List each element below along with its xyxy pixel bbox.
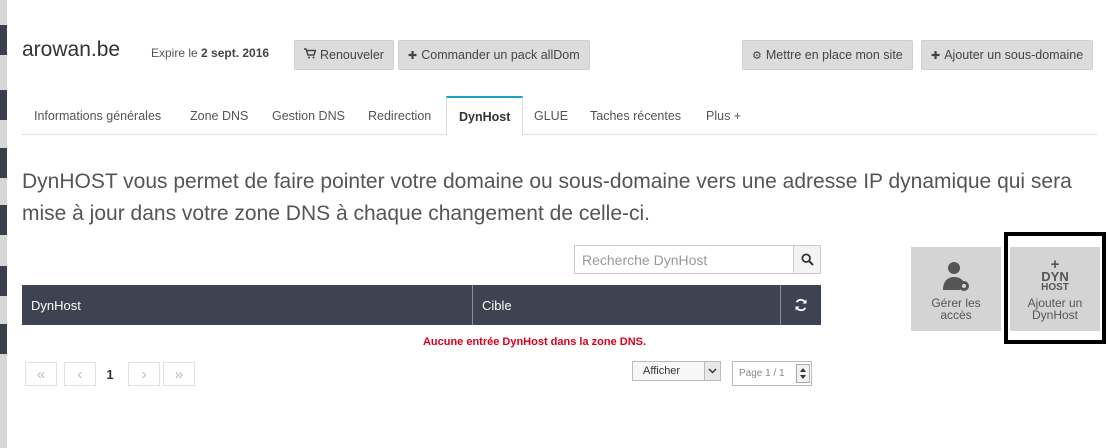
expiry-label: Expire le — [151, 46, 198, 60]
gears-icon: ⚙ — [752, 49, 762, 62]
setup-site-button[interactable]: ⚙ Mettre en place mon site — [742, 40, 913, 70]
double-chevron-left-icon: « — [36, 365, 46, 383]
search-box — [574, 245, 821, 274]
user-gear-icon — [943, 262, 969, 291]
manage-access-label-line2: accès — [940, 308, 972, 322]
plus-icon: ✚ — [408, 49, 418, 62]
show-count-label: Afficher — [643, 365, 681, 377]
chevron-right-icon: › — [141, 365, 147, 383]
spinner-arrows-icon[interactable] — [796, 364, 810, 383]
dynhost-description: DynHOST vous permet de faire pointer vot… — [22, 170, 1072, 225]
first-page-button[interactable]: « — [25, 362, 57, 386]
tab-redirection[interactable]: Redirection — [356, 96, 443, 135]
highlight-box — [1004, 232, 1106, 344]
column-header-target[interactable]: Cible — [472, 285, 780, 325]
page-indicator-spinner[interactable]: Page 1 / 1 — [732, 361, 812, 386]
left-edge-marker — [0, 205, 7, 235]
tab-general-info[interactable]: Informations générales — [22, 96, 173, 135]
current-page-number[interactable]: 1 — [100, 362, 120, 386]
order-pack-button[interactable]: ✚ Commander un pack allDom — [398, 40, 590, 70]
domain-title: arowan.be — [22, 38, 121, 61]
chevron-left-icon: ‹ — [77, 365, 83, 383]
tab-more[interactable]: Plus + — [694, 96, 753, 135]
renew-label: Renouveler — [320, 48, 384, 62]
plus-icon: ✚ — [931, 49, 941, 62]
refresh-button[interactable] — [780, 285, 821, 325]
left-edge-marker — [0, 266, 7, 296]
left-edge-marker — [0, 90, 7, 120]
refresh-icon — [795, 298, 807, 312]
search-button[interactable] — [793, 246, 820, 273]
expiry-date: 2 sept. 2016 — [201, 46, 270, 60]
chevron-down-icon — [704, 362, 720, 380]
search-icon — [800, 253, 814, 266]
tab-glue[interactable]: GLUE — [522, 96, 580, 135]
tab-dynhost[interactable]: DynHost — [446, 96, 524, 136]
left-edge-marker — [0, 324, 7, 354]
manage-access-button[interactable]: Gérer les accès — [911, 247, 1001, 331]
tab-dns-zone[interactable]: Zone DNS — [178, 96, 260, 135]
left-edge-marker — [0, 25, 7, 55]
renew-button[interactable]: Renouveler — [294, 40, 394, 70]
cart-icon — [304, 48, 317, 62]
column-header-dynhost[interactable]: DynHost — [22, 285, 472, 325]
order-pack-label: Commander un pack allDom — [421, 48, 580, 62]
add-subdomain-button[interactable]: ✚ Ajouter un sous-domaine — [921, 40, 1094, 70]
show-count-select[interactable]: Afficher — [632, 361, 721, 381]
search-input[interactable] — [575, 246, 793, 273]
add-subdomain-label: Ajouter un sous-domaine — [944, 48, 1084, 62]
expiry-info: Expire le 2 sept. 2016 — [151, 46, 269, 60]
tab-recent-tasks[interactable]: Taches récentes — [578, 96, 693, 135]
next-page-button[interactable]: › — [128, 362, 160, 386]
last-page-button[interactable]: » — [163, 362, 195, 386]
tab-dns-management[interactable]: Gestion DNS — [260, 96, 357, 135]
empty-table-message: Aucune entrée DynHost dans la zone DNS. — [422, 336, 647, 348]
left-edge-marker — [0, 148, 7, 178]
setup-site-label: Mettre en place mon site — [765, 48, 903, 62]
double-chevron-right-icon: » — [174, 365, 184, 383]
tab-bar: Informations générales Zone DNS Gestion … — [22, 96, 1097, 136]
prev-page-button[interactable]: ‹ — [64, 362, 96, 386]
table-header: DynHost Cible — [22, 285, 821, 325]
page-indicator: Page 1 / 1 — [739, 368, 785, 379]
